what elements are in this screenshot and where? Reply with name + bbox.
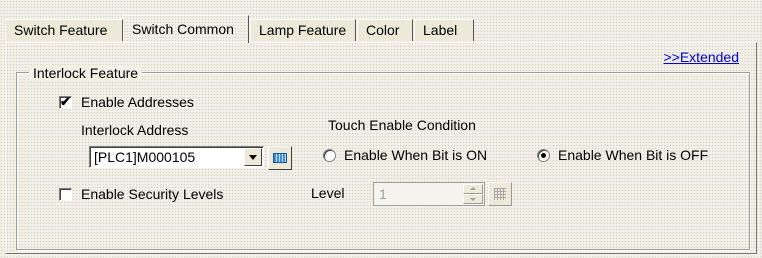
spin-up-icon[interactable] [463, 184, 483, 194]
interlock-address-value: [PLC1]M000105 [94, 149, 196, 165]
checkmark-icon: ✔ [60, 94, 71, 109]
tab-switch-common[interactable]: Switch Common [123, 15, 249, 43]
interlock-address-label: Interlock Address [81, 122, 189, 138]
enable-addresses-checkbox[interactable]: ✔ [59, 94, 72, 109]
tab-switch-feature[interactable]: Switch Feature [5, 19, 123, 41]
interlock-address-combo[interactable]: [PLC1]M000105 [89, 146, 264, 168]
extended-link[interactable]: >>Extended [663, 49, 739, 65]
address-input-button[interactable] [268, 146, 292, 170]
level-spinbox[interactable]: 1 [373, 182, 485, 206]
keyboard-icon [273, 153, 287, 163]
spin-down-icon[interactable] [463, 194, 483, 204]
level-value: 1 [379, 186, 387, 202]
radio-enable-when-on[interactable] [323, 149, 336, 162]
radio-selected-dot [541, 153, 546, 158]
level-keypad-button[interactable] [488, 182, 512, 206]
touch-enable-condition-label: Touch Enable Condition [328, 117, 476, 133]
chevron-down-icon[interactable] [244, 148, 262, 166]
tab-color[interactable]: Color [357, 19, 413, 41]
radio-enable-when-off[interactable] [537, 149, 550, 162]
radio-enable-when-on-label[interactable]: Enable When Bit is ON [344, 147, 487, 163]
level-label: Level [311, 185, 345, 201]
keypad-icon [494, 188, 506, 200]
enable-security-levels-label[interactable]: Enable Security Levels [81, 186, 223, 202]
tab-label[interactable]: Label [414, 19, 474, 41]
enable-security-levels-checkbox[interactable] [59, 188, 72, 201]
tab-strip: Switch Feature Switch Common Lamp Featur… [5, 13, 760, 43]
interlock-group-title: Interlock Feature [29, 65, 143, 81]
radio-enable-when-off-label[interactable]: Enable When Bit is OFF [558, 147, 708, 163]
tab-lamp-feature[interactable]: Lamp Feature [250, 19, 356, 41]
enable-addresses-label[interactable]: Enable Addresses [81, 94, 194, 110]
